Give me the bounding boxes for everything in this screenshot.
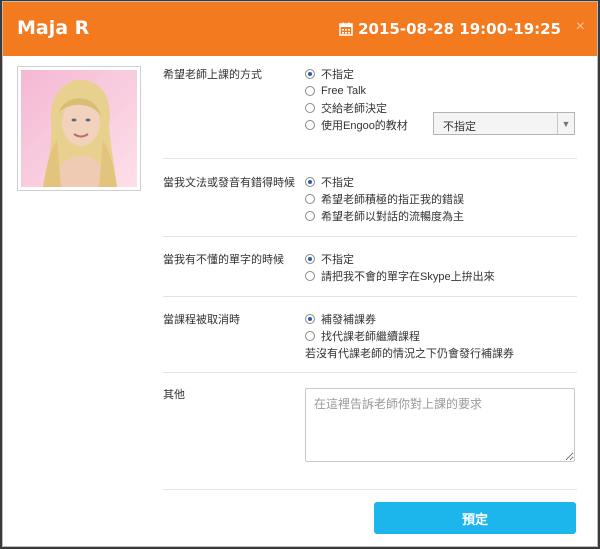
calendar-icon: [339, 22, 353, 36]
option-label: 希望老師積極的指正我的錯誤: [321, 194, 464, 206]
radio-button[interactable]: [305, 177, 315, 187]
cancellation-label: 當課程被取消時: [163, 314, 240, 326]
teacher-name: Maja R: [17, 17, 90, 39]
section-divider: [163, 489, 577, 490]
radio-button[interactable]: [305, 331, 315, 341]
correction-section: 當我文法或發音有錯得時候 不指定 希望老師積極的指正我的錯誤 希望老師以對話的流…: [163, 174, 577, 230]
other-label: 其他: [163, 389, 185, 401]
cancellation-note: 若沒有代課老師的情況之下仍會發行補課券: [305, 348, 514, 360]
teacher-portrait-image: [21, 70, 137, 187]
material-select[interactable]: 不指定 ▼: [433, 112, 575, 135]
radio-button[interactable]: [305, 271, 315, 281]
cancellation-section: 當課程被取消時 補發補課券 找代課老師繼續課程 若沒有代課老師的情況之下仍會發行…: [163, 311, 577, 363]
radio-button[interactable]: [305, 211, 315, 221]
vocabulary-options: 不指定 請把我不會的單字在Skype上拚出來: [305, 251, 495, 285]
correction-options: 不指定 希望老師積極的指正我的錯誤 希望老師以對話的流暢度為主: [305, 174, 464, 225]
lesson-style-label: 希望老師上課的方式: [163, 69, 262, 81]
radio-button[interactable]: [305, 103, 315, 113]
option-label: 希望老師以對話的流暢度為主: [321, 211, 464, 223]
option-label: Free Talk: [321, 85, 367, 97]
lesson-style-options: 不指定 Free Talk 交給老師決定 使用Engoo的教材: [305, 66, 408, 134]
material-select-value: 不指定: [443, 121, 476, 133]
option-label: 補發補課券: [321, 314, 376, 326]
chevron-down-icon[interactable]: ▼: [557, 113, 574, 134]
lesson-style-option[interactable]: 交給老師決定: [305, 100, 408, 116]
correction-option[interactable]: 希望老師積極的指正我的錯誤: [305, 191, 464, 207]
option-label: 請把我不會的單字在Skype上拚出來: [321, 271, 495, 283]
vocabulary-option[interactable]: 不指定: [305, 251, 495, 267]
reserve-button[interactable]: 預定: [374, 502, 576, 534]
teacher-photo: [17, 66, 141, 191]
other-section: 其他: [163, 386, 577, 470]
lesson-style-option[interactable]: 使用Engoo的教材: [305, 117, 408, 133]
lesson-style-option[interactable]: 不指定: [305, 66, 408, 82]
radio-button[interactable]: [305, 69, 315, 79]
correction-option[interactable]: 希望老師以對話的流暢度為主: [305, 208, 464, 224]
correction-option[interactable]: 不指定: [305, 174, 464, 190]
reservation-dialog: Maja R 2015-08-28 19:00-19:25 × 希望老師上課的方…: [2, 1, 598, 547]
cancellation-option[interactable]: 找代課老師繼續課程: [305, 328, 514, 344]
option-label: 找代課老師繼續課程: [321, 331, 420, 343]
lesson-style-option[interactable]: Free Talk: [305, 83, 408, 99]
section-divider: [163, 372, 577, 373]
radio-button[interactable]: [305, 314, 315, 324]
section-divider: [163, 296, 577, 297]
radio-button[interactable]: [305, 120, 315, 130]
section-divider: [163, 236, 577, 237]
cancellation-options: 補發補課券 找代課老師繼續課程 若沒有代課老師的情況之下仍會發行補課券: [305, 311, 514, 361]
vocabulary-section: 當我有不懂的單字的時候 不指定 請把我不會的單字在Skype上拚出來: [163, 251, 577, 291]
lesson-style-section: 希望老師上課的方式 不指定 Free Talk 交給老師決定 使用Engoo的教…: [163, 66, 577, 138]
close-icon[interactable]: ×: [576, 18, 585, 36]
other-requests-textarea[interactable]: [305, 388, 575, 462]
vocabulary-option[interactable]: 請把我不會的單字在Skype上拚出來: [305, 268, 495, 284]
option-label: 不指定: [321, 254, 354, 266]
correction-label: 當我文法或發音有錯得時候: [163, 177, 295, 189]
cancellation-option[interactable]: 補發補課券: [305, 311, 514, 327]
option-label: 使用Engoo的教材: [321, 120, 408, 132]
vocabulary-label: 當我有不懂的單字的時候: [163, 254, 284, 266]
option-label: 交給老師決定: [321, 103, 387, 115]
lesson-datetime: 2015-08-28 19:00-19:25: [339, 20, 561, 38]
radio-button[interactable]: [305, 86, 315, 96]
datetime-text: 2015-08-28 19:00-19:25: [358, 20, 561, 38]
section-divider: [163, 158, 577, 159]
radio-button[interactable]: [305, 194, 315, 204]
option-label: 不指定: [321, 69, 354, 81]
option-label: 不指定: [321, 177, 354, 189]
dialog-header: Maja R 2015-08-28 19:00-19:25 ×: [3, 2, 597, 56]
radio-button[interactable]: [305, 254, 315, 264]
